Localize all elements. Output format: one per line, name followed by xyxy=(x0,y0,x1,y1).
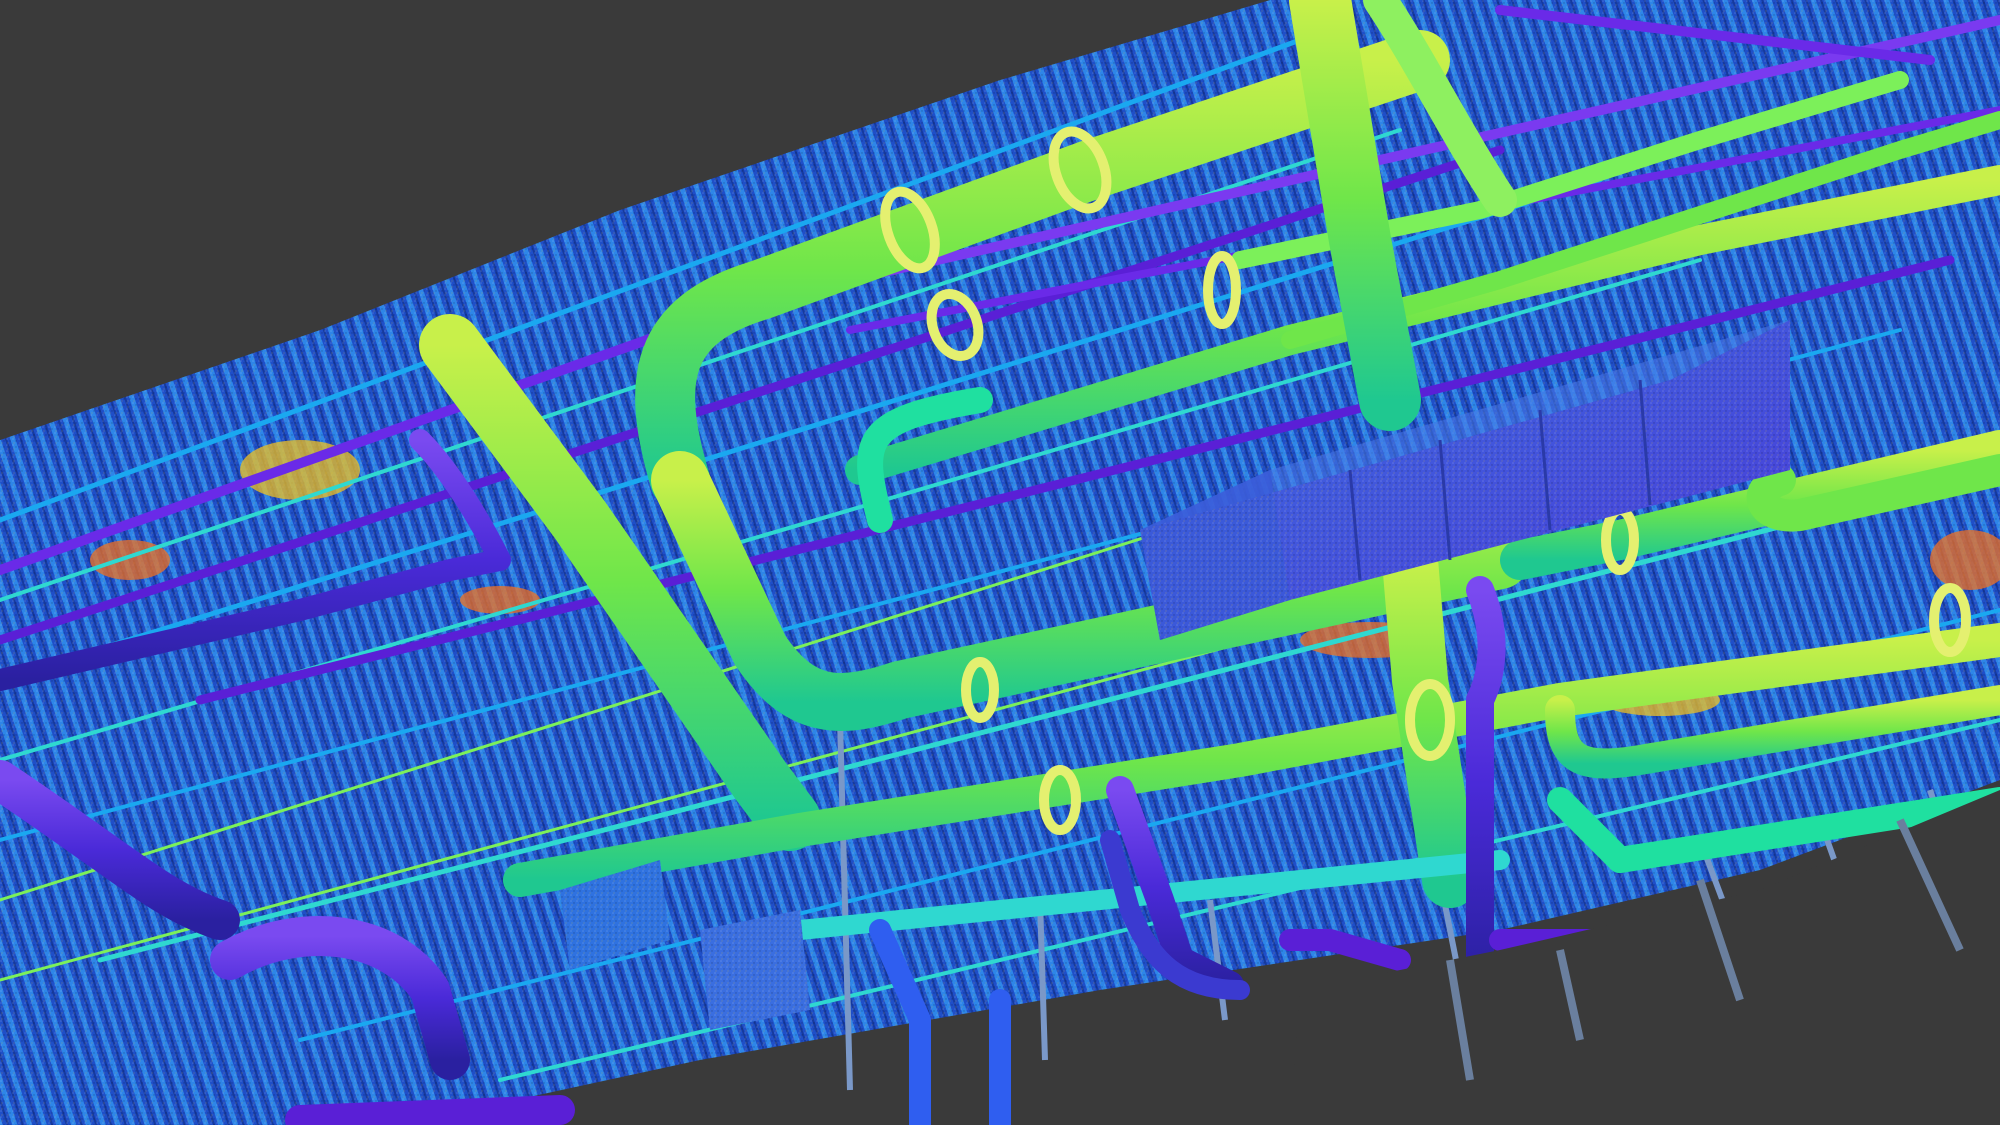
point-cloud-scene xyxy=(0,0,2000,1125)
point-cloud-viewport[interactable] xyxy=(0,0,2000,1125)
